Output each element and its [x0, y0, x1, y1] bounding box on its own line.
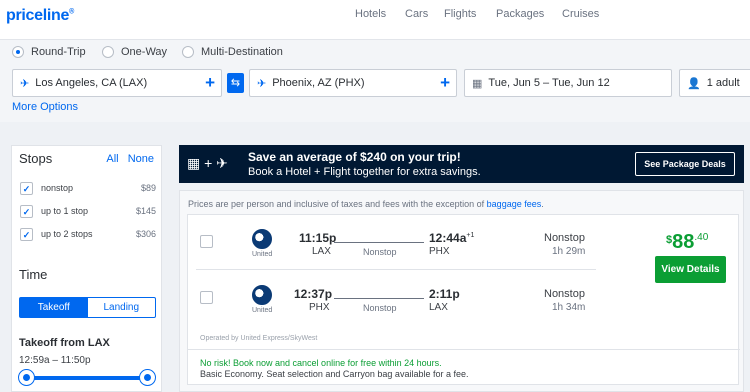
nav-hotels[interactable]: Hotels	[355, 8, 386, 20]
tab-landing[interactable]: Landing	[88, 298, 156, 317]
arrival-time: 2:11p	[429, 287, 460, 301]
stops-all-none: All None	[100, 153, 154, 165]
stops-none-link[interactable]: None	[128, 153, 154, 165]
nonstop-label: Nonstop	[363, 303, 397, 313]
person-icon: 👤	[687, 77, 701, 90]
select-leg-checkbox[interactable]	[200, 235, 213, 248]
radio-icon	[182, 46, 194, 58]
dates-field[interactable]: ▦ Tue, Jun 5 – Tue, Jun 12	[464, 69, 672, 97]
see-package-deals-button[interactable]: See Package Deals	[635, 152, 735, 176]
departure-airport: PHX	[309, 302, 330, 313]
stop-option-two-stops[interactable]: ✓ up to 2 stops $306	[20, 226, 156, 242]
stop-option-nonstop[interactable]: ✓ nonstop $89	[20, 180, 156, 196]
slider-max-handle[interactable]	[139, 369, 156, 386]
checkbox-checked-icon[interactable]: ✓	[20, 204, 33, 218]
swap-cities-button[interactable]: ⇆	[227, 73, 244, 93]
nav-packages[interactable]: Packages	[496, 8, 544, 20]
checkbox-checked-icon[interactable]: ✓	[20, 227, 33, 241]
airline-info: United	[252, 229, 272, 258]
departure-time: 12:37p	[294, 287, 333, 301]
plane-landing-icon: ✈	[257, 77, 267, 90]
top-header: priceline® Hotels Cars Flights Packages …	[0, 0, 750, 40]
flight-path-line	[334, 298, 424, 299]
free-cancellation-note: No risk! Book now and cancel online for …	[200, 358, 442, 368]
departure-time: 11:15p	[299, 231, 337, 245]
arrival-airport: LAX	[429, 302, 448, 313]
slider-min-handle[interactable]	[18, 369, 35, 386]
nav-cruises[interactable]: Cruises	[562, 8, 599, 20]
fare-price: $88.40	[666, 231, 709, 253]
travelers-field[interactable]: 👤 1 adult	[679, 69, 750, 97]
card-divider	[188, 349, 740, 350]
airline-info: United	[252, 285, 272, 314]
flight-result-card: United 11:15p LAX Nonstop 12:44a+1 PHX N…	[187, 214, 740, 385]
trip-type-round-trip[interactable]: Round-Trip	[12, 46, 86, 58]
united-logo-icon	[252, 229, 273, 249]
radio-icon	[102, 46, 114, 58]
destination-field[interactable]: ✈ Phoenix, AZ (PHX) +	[249, 69, 457, 97]
filters-sidebar: Stops All None ✓ nonstop $89 ✓ up to 1 s…	[11, 145, 162, 392]
plane-takeoff-icon: ✈	[20, 77, 30, 90]
nav-flights[interactable]: Flights	[444, 8, 476, 20]
nav-cars[interactable]: Cars	[405, 8, 428, 20]
banner-headline: Save an average of $240 on your trip!	[248, 150, 461, 164]
stop-option-one-stop[interactable]: ✓ up to 1 stop $145	[20, 203, 156, 219]
united-logo-icon	[252, 285, 273, 305]
takeoff-time-slider[interactable]	[18, 369, 156, 386]
package-deal-banner: ▦ + ✈ Save an average of $240 on your tr…	[179, 145, 744, 183]
add-origin-icon[interactable]: +	[205, 73, 215, 93]
view-details-button[interactable]: View Details	[655, 256, 726, 283]
stops-count: Nonstop	[544, 232, 585, 244]
time-tabs: Takeoff Landing	[19, 297, 156, 318]
checkbox-checked-icon[interactable]: ✓	[20, 181, 33, 195]
operated-by-text: Operated by United Express/SkyWest	[200, 335, 318, 342]
time-heading: Time	[19, 267, 48, 282]
origin-field[interactable]: ✈ Los Angeles, CA (LAX) +	[12, 69, 222, 97]
flight-search-form: Round-Trip One-Way Multi-Destination ✈ L…	[0, 40, 750, 122]
hotel-plus-flight-icon: ▦ + ✈	[187, 155, 228, 171]
banner-subline: Book a Hotel + Flight together for extra…	[248, 166, 481, 178]
leg-divider	[196, 269, 596, 270]
stops-heading: Stops	[19, 151, 53, 166]
flight-duration: 1h 29m	[552, 246, 586, 257]
arrival-airport: PHX	[429, 246, 450, 257]
trip-type-multi-destination[interactable]: Multi-Destination	[182, 46, 283, 58]
departure-airport: LAX	[312, 246, 331, 257]
stops-count: Nonstop	[544, 288, 585, 300]
trip-type-one-way[interactable]: One-Way	[102, 46, 167, 58]
add-destination-icon[interactable]: +	[440, 73, 450, 93]
baggage-fees-link[interactable]: baggage fees	[487, 199, 542, 209]
next-day-indicator: +1	[466, 232, 475, 239]
takeoff-from-label: Takeoff from LAX	[19, 337, 110, 349]
price-note: Prices are per person and inclusive of t…	[188, 199, 544, 209]
arrival-time: 12:44a	[429, 231, 467, 245]
stops-all-link[interactable]: All	[106, 153, 118, 165]
radio-selected-icon	[12, 46, 24, 58]
flight-path-line	[334, 242, 424, 243]
calendar-icon: ▦	[472, 77, 483, 90]
flight-results: Prices are per person and inclusive of t…	[179, 190, 744, 392]
nonstop-label: Nonstop	[363, 247, 397, 257]
more-options-link[interactable]: More Options	[12, 101, 78, 113]
tab-takeoff[interactable]: Takeoff	[20, 298, 88, 317]
priceline-logo[interactable]: priceline®	[6, 7, 74, 25]
select-leg-checkbox[interactable]	[200, 291, 213, 304]
basic-economy-note: Basic Economy. Seat selection and Carryo…	[200, 369, 469, 379]
takeoff-range-value: 12:59a – 11:50p	[19, 355, 91, 366]
flight-duration: 1h 34m	[552, 302, 586, 313]
